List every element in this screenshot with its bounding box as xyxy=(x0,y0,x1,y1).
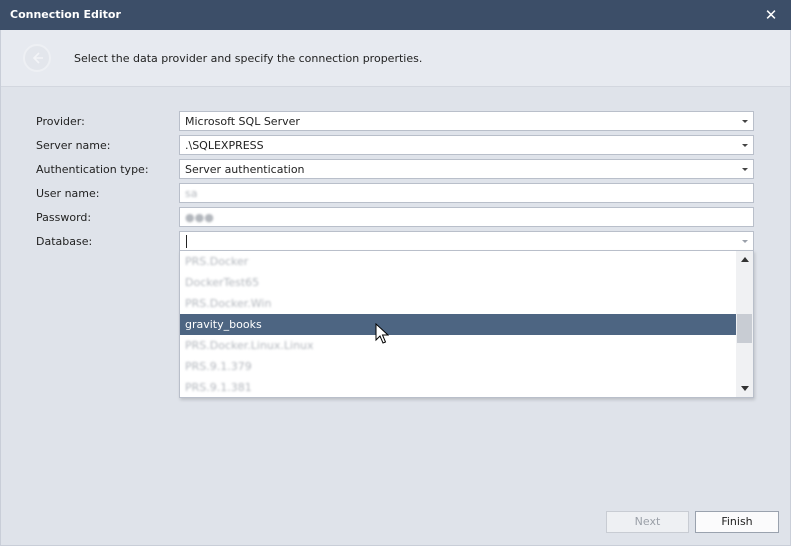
chevron-down-icon[interactable] xyxy=(737,232,753,250)
wizard-header: Select the data provider and specify the… xyxy=(1,30,790,87)
dropdown-item-label: PRS.9.1.381 xyxy=(185,381,252,394)
chevron-down-icon[interactable] xyxy=(737,160,753,178)
text-caret xyxy=(186,235,187,248)
dropdown-item-label: gravity_books xyxy=(185,318,262,331)
dropdown-item[interactable]: DockerTest65 xyxy=(180,272,736,293)
mouse-pointer-icon xyxy=(375,323,389,344)
auth-type-value: Server authentication xyxy=(185,163,305,176)
password-input[interactable]: ●●● xyxy=(179,207,754,227)
title-bar: Connection Editor ✕ xyxy=(0,0,791,30)
provider-label: Provider: xyxy=(36,115,85,128)
provider-value: Microsoft SQL Server xyxy=(185,115,300,128)
database-combo[interactable] xyxy=(179,231,754,251)
dropdown-scrollbar[interactable] xyxy=(736,251,753,397)
chevron-down-icon[interactable] xyxy=(737,112,753,130)
window-title: Connection Editor xyxy=(10,8,121,21)
user-name-value: sa xyxy=(185,187,198,200)
scroll-up-icon[interactable] xyxy=(736,251,753,268)
database-label: Database: xyxy=(36,235,93,248)
dropdown-item-label: PRS.Docker xyxy=(185,255,249,268)
dropdown-item[interactable]: PRS.Docker xyxy=(180,251,736,272)
dropdown-item-label: DockerTest65 xyxy=(185,276,260,289)
server-name-label: Server name: xyxy=(36,139,111,152)
finish-button[interactable]: Finish xyxy=(695,511,779,533)
close-icon[interactable]: ✕ xyxy=(761,5,781,25)
server-name-combo[interactable]: .\SQLEXPRESS xyxy=(179,135,754,155)
dropdown-item[interactable]: PRS.Docker.Win xyxy=(180,293,736,314)
wizard-description: Select the data provider and specify the… xyxy=(74,52,423,65)
user-name-label: User name: xyxy=(36,187,100,200)
auth-type-select[interactable]: Server authentication xyxy=(179,159,754,179)
dropdown-item[interactable]: PRS.9.1.379 xyxy=(180,356,736,377)
dropdown-item[interactable]: PRS.Docker.Linux.Linux xyxy=(180,335,736,356)
provider-select[interactable]: Microsoft SQL Server xyxy=(179,111,754,131)
auth-type-label: Authentication type: xyxy=(36,163,149,176)
password-label: Password: xyxy=(36,211,92,224)
password-value: ●●● xyxy=(185,211,214,224)
chevron-down-icon[interactable] xyxy=(737,136,753,154)
server-name-value: .\SQLEXPRESS xyxy=(185,139,264,152)
dropdown-item-label: PRS.Docker.Linux.Linux xyxy=(185,339,314,352)
dropdown-item-label: PRS.Docker.Win xyxy=(185,297,272,310)
dropdown-item[interactable]: gravity_books xyxy=(180,314,736,335)
next-button[interactable]: Next xyxy=(606,511,689,533)
back-button[interactable] xyxy=(23,44,51,72)
user-name-input[interactable]: sa xyxy=(179,183,754,203)
database-dropdown-list[interactable]: PRS.Docker DockerTest65 PRS.Docker.Win grav… xyxy=(179,250,754,398)
arrow-left-icon xyxy=(32,52,43,64)
scroll-thumb[interactable] xyxy=(737,314,752,343)
dropdown-item[interactable]: PRS.9.1.381 xyxy=(180,377,736,398)
scroll-down-icon[interactable] xyxy=(736,380,753,397)
dropdown-item-label: PRS.9.1.379 xyxy=(185,360,252,373)
